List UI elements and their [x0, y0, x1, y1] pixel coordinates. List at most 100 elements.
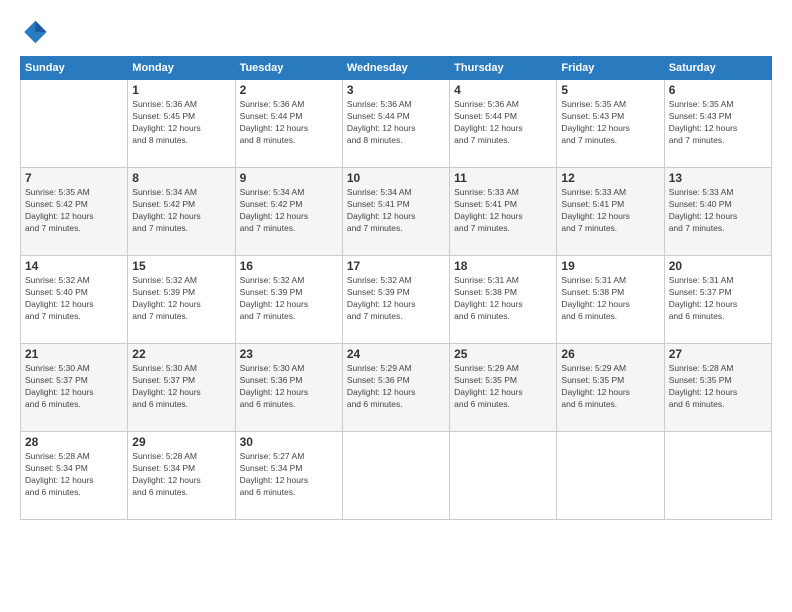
calendar-header-friday: Friday — [557, 57, 664, 80]
calendar-header-tuesday: Tuesday — [235, 57, 342, 80]
logo — [20, 18, 52, 46]
day-info: Sunrise: 5:28 AM Sunset: 5:34 PM Dayligh… — [25, 451, 123, 499]
calendar-cell — [664, 432, 771, 520]
calendar-cell: 24 Sunrise: 5:29 AM Sunset: 5:36 PM Dayli… — [342, 344, 449, 432]
calendar-week-2: 7 Sunrise: 5:35 AM Sunset: 5:42 PM Daylig… — [21, 168, 772, 256]
calendar-cell: 5 Sunrise: 5:35 AM Sunset: 5:43 PM Daylig… — [557, 80, 664, 168]
day-number: 20 — [669, 259, 767, 273]
day-number: 24 — [347, 347, 445, 361]
day-info: Sunrise: 5:33 AM Sunset: 5:41 PM Dayligh… — [454, 187, 552, 235]
day-number: 19 — [561, 259, 659, 273]
calendar-cell: 16 Sunrise: 5:32 AM Sunset: 5:39 PM Dayli… — [235, 256, 342, 344]
calendar-cell: 27 Sunrise: 5:28 AM Sunset: 5:35 PM Dayli… — [664, 344, 771, 432]
day-number: 30 — [240, 435, 338, 449]
calendar-cell: 11 Sunrise: 5:33 AM Sunset: 5:41 PM Dayli… — [450, 168, 557, 256]
day-number: 22 — [132, 347, 230, 361]
day-info: Sunrise: 5:33 AM Sunset: 5:40 PM Dayligh… — [669, 187, 767, 235]
calendar: SundayMondayTuesdayWednesdayThursdayFrid… — [20, 56, 772, 520]
day-number: 17 — [347, 259, 445, 273]
calendar-cell: 12 Sunrise: 5:33 AM Sunset: 5:41 PM Dayli… — [557, 168, 664, 256]
day-number: 5 — [561, 83, 659, 97]
day-info: Sunrise: 5:29 AM Sunset: 5:35 PM Dayligh… — [561, 363, 659, 411]
day-info: Sunrise: 5:32 AM Sunset: 5:39 PM Dayligh… — [132, 275, 230, 323]
day-number: 13 — [669, 171, 767, 185]
day-info: Sunrise: 5:35 AM Sunset: 5:43 PM Dayligh… — [669, 99, 767, 147]
day-number: 21 — [25, 347, 123, 361]
day-info: Sunrise: 5:36 AM Sunset: 5:44 PM Dayligh… — [347, 99, 445, 147]
day-number: 11 — [454, 171, 552, 185]
day-info: Sunrise: 5:30 AM Sunset: 5:36 PM Dayligh… — [240, 363, 338, 411]
logo-icon — [20, 18, 48, 46]
calendar-week-3: 14Sunrise: 5:32 AM Sunset: 5:40 PM Dayli… — [21, 256, 772, 344]
day-info: Sunrise: 5:31 AM Sunset: 5:38 PM Dayligh… — [454, 275, 552, 323]
day-info: Sunrise: 5:34 AM Sunset: 5:42 PM Dayligh… — [132, 187, 230, 235]
day-info: Sunrise: 5:32 AM Sunset: 5:39 PM Dayligh… — [240, 275, 338, 323]
day-info: Sunrise: 5:36 AM Sunset: 5:44 PM Dayligh… — [240, 99, 338, 147]
calendar-cell: 23Sunrise: 5:30 AM Sunset: 5:36 PM Dayli… — [235, 344, 342, 432]
calendar-cell — [557, 432, 664, 520]
calendar-cell: 1 Sunrise: 5:36 AM Sunset: 5:45 PM Daylig… — [128, 80, 235, 168]
day-number: 12 — [561, 171, 659, 185]
calendar-cell: 10 Sunrise: 5:34 AM Sunset: 5:41 PM Dayli… — [342, 168, 449, 256]
calendar-cell: 26 Sunrise: 5:29 AM Sunset: 5:35 PM Dayli… — [557, 344, 664, 432]
day-number: 3 — [347, 83, 445, 97]
calendar-header-row: SundayMondayTuesdayWednesdayThursdayFrid… — [21, 57, 772, 80]
calendar-cell: 20 Sunrise: 5:31 AM Sunset: 5:37 PM Dayli… — [664, 256, 771, 344]
day-number: 10 — [347, 171, 445, 185]
day-number: 28 — [25, 435, 123, 449]
calendar-week-5: 28 Sunrise: 5:28 AM Sunset: 5:34 PM Dayli… — [21, 432, 772, 520]
day-info: Sunrise: 5:30 AM Sunset: 5:37 PM Dayligh… — [25, 363, 123, 411]
day-info: Sunrise: 5:31 AM Sunset: 5:37 PM Dayligh… — [669, 275, 767, 323]
day-info: Sunrise: 5:33 AM Sunset: 5:41 PM Dayligh… — [561, 187, 659, 235]
calendar-cell: 3 Sunrise: 5:36 AM Sunset: 5:44 PM Daylig… — [342, 80, 449, 168]
calendar-cell: 15 Sunrise: 5:32 AM Sunset: 5:39 PM Dayli… — [128, 256, 235, 344]
day-number: 29 — [132, 435, 230, 449]
day-info: Sunrise: 5:29 AM Sunset: 5:35 PM Dayligh… — [454, 363, 552, 411]
calendar-cell — [450, 432, 557, 520]
day-info: Sunrise: 5:28 AM Sunset: 5:35 PM Dayligh… — [669, 363, 767, 411]
day-number: 8 — [132, 171, 230, 185]
day-number: 1 — [132, 83, 230, 97]
calendar-cell: 17Sunrise: 5:32 AM Sunset: 5:39 PM Dayli… — [342, 256, 449, 344]
calendar-cell — [342, 432, 449, 520]
calendar-week-1: 1 Sunrise: 5:36 AM Sunset: 5:45 PM Daylig… — [21, 80, 772, 168]
day-info: Sunrise: 5:30 AM Sunset: 5:37 PM Dayligh… — [132, 363, 230, 411]
day-info: Sunrise: 5:28 AM Sunset: 5:34 PM Dayligh… — [132, 451, 230, 499]
day-info: Sunrise: 5:34 AM Sunset: 5:41 PM Dayligh… — [347, 187, 445, 235]
day-number: 25 — [454, 347, 552, 361]
day-number: 27 — [669, 347, 767, 361]
calendar-cell: 29 Sunrise: 5:28 AM Sunset: 5:34 PM Dayli… — [128, 432, 235, 520]
calendar-cell: 4Sunrise: 5:36 AM Sunset: 5:44 PM Daylig… — [450, 80, 557, 168]
calendar-cell: 9 Sunrise: 5:34 AM Sunset: 5:42 PM Daylig… — [235, 168, 342, 256]
calendar-week-4: 21 Sunrise: 5:30 AM Sunset: 5:37 PM Dayli… — [21, 344, 772, 432]
calendar-cell: 19Sunrise: 5:31 AM Sunset: 5:38 PM Dayli… — [557, 256, 664, 344]
header — [20, 18, 772, 46]
day-number: 9 — [240, 171, 338, 185]
day-number: 14 — [25, 259, 123, 273]
day-number: 16 — [240, 259, 338, 273]
calendar-header-monday: Monday — [128, 57, 235, 80]
page: SundayMondayTuesdayWednesdayThursdayFrid… — [0, 0, 792, 612]
day-number: 15 — [132, 259, 230, 273]
calendar-cell: 13 Sunrise: 5:33 AM Sunset: 5:40 PM Dayli… — [664, 168, 771, 256]
day-info: Sunrise: 5:36 AM Sunset: 5:44 PM Dayligh… — [454, 99, 552, 147]
calendar-cell: 30Sunrise: 5:27 AM Sunset: 5:34 PM Dayli… — [235, 432, 342, 520]
day-number: 6 — [669, 83, 767, 97]
day-info: Sunrise: 5:35 AM Sunset: 5:43 PM Dayligh… — [561, 99, 659, 147]
day-info: Sunrise: 5:35 AM Sunset: 5:42 PM Dayligh… — [25, 187, 123, 235]
calendar-cell: 2 Sunrise: 5:36 AM Sunset: 5:44 PM Daylig… — [235, 80, 342, 168]
calendar-cell: 6 Sunrise: 5:35 AM Sunset: 5:43 PM Daylig… — [664, 80, 771, 168]
day-number: 2 — [240, 83, 338, 97]
day-number: 7 — [25, 171, 123, 185]
day-info: Sunrise: 5:29 AM Sunset: 5:36 PM Dayligh… — [347, 363, 445, 411]
calendar-cell: 14Sunrise: 5:32 AM Sunset: 5:40 PM Dayli… — [21, 256, 128, 344]
calendar-cell: 28 Sunrise: 5:28 AM Sunset: 5:34 PM Dayli… — [21, 432, 128, 520]
calendar-header-sunday: Sunday — [21, 57, 128, 80]
calendar-header-thursday: Thursday — [450, 57, 557, 80]
calendar-cell: 21 Sunrise: 5:30 AM Sunset: 5:37 PM Dayli… — [21, 344, 128, 432]
day-info: Sunrise: 5:36 AM Sunset: 5:45 PM Dayligh… — [132, 99, 230, 147]
calendar-header-saturday: Saturday — [664, 57, 771, 80]
day-info: Sunrise: 5:34 AM Sunset: 5:42 PM Dayligh… — [240, 187, 338, 235]
day-number: 26 — [561, 347, 659, 361]
calendar-cell — [21, 80, 128, 168]
